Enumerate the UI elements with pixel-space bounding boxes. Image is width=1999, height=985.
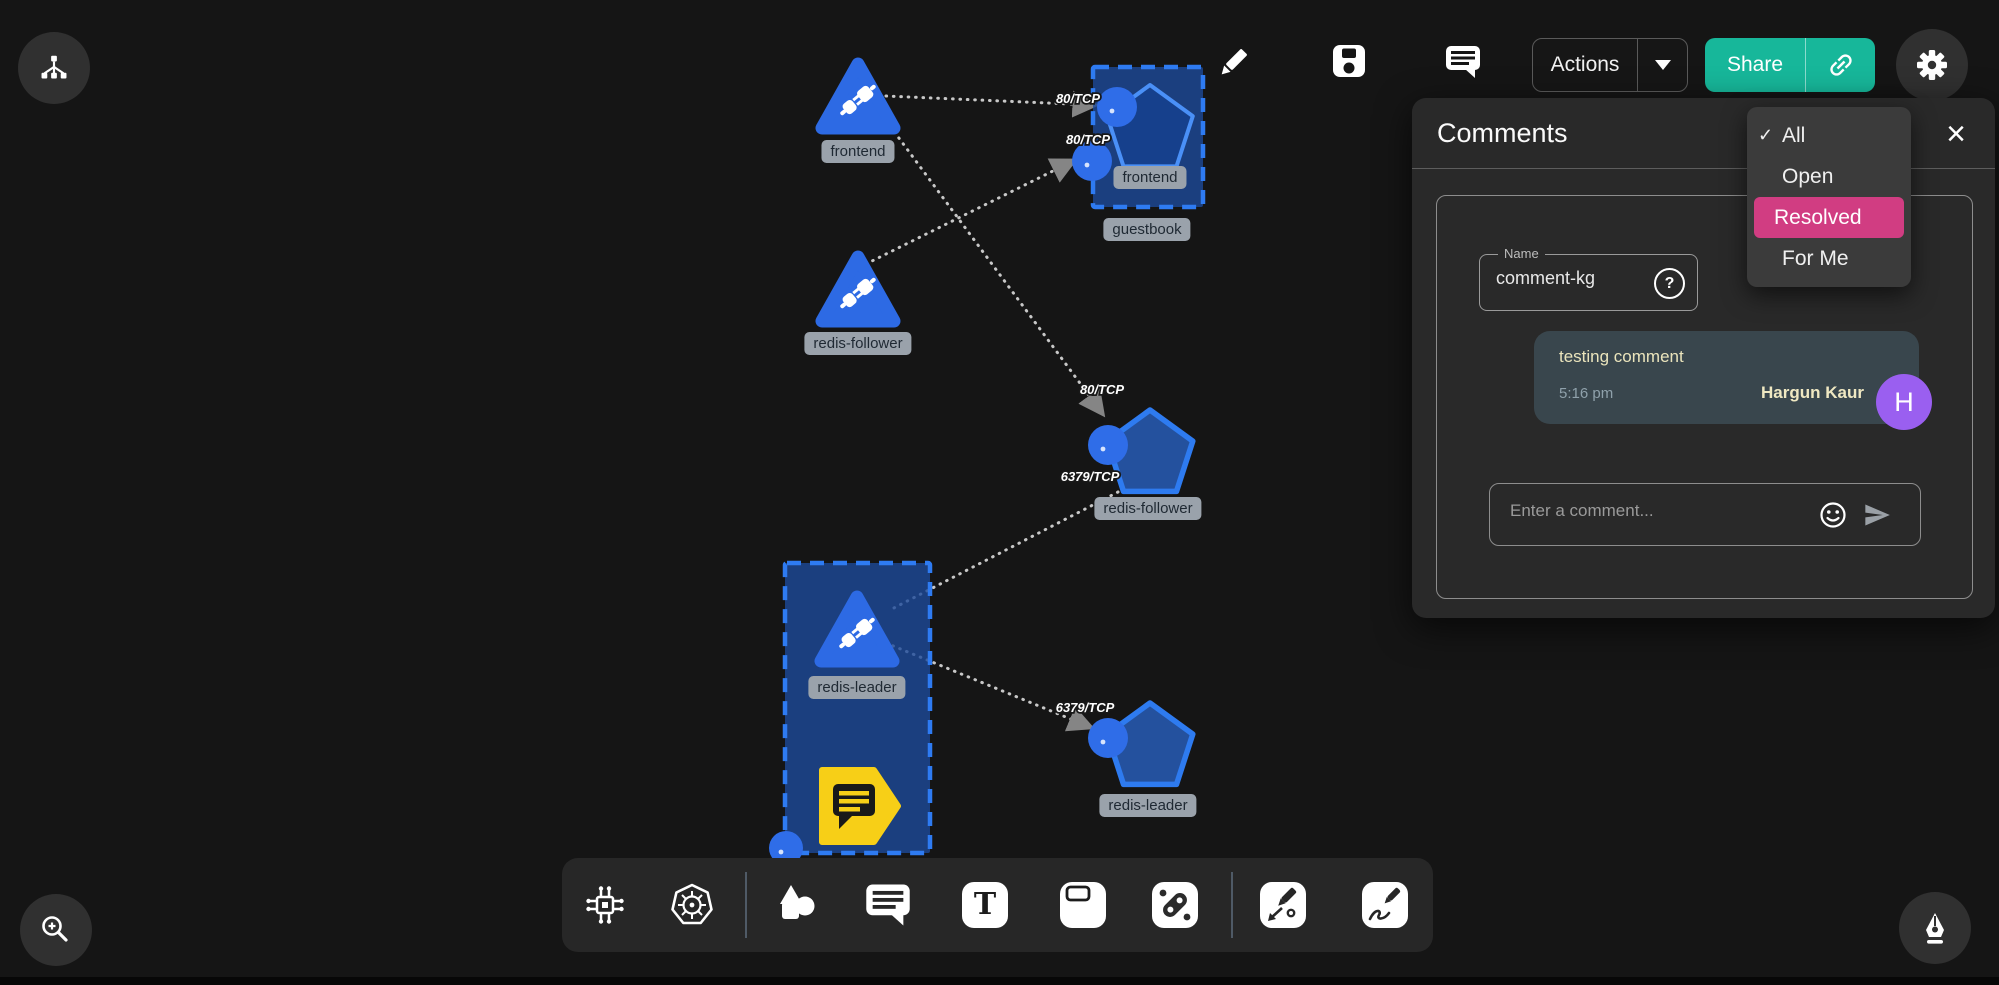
text-tool-icon: T: [974, 890, 996, 920]
actions-button-label: Actions: [1533, 53, 1637, 77]
zoom-button[interactable]: [20, 894, 92, 966]
edge-port-label: 80/TCP: [1066, 132, 1110, 147]
filter-option-all[interactable]: ✓ All: [1747, 115, 1911, 156]
panel-title: Comments: [1437, 118, 1568, 149]
node-label-redis-leader-workload: redis-leader: [1099, 794, 1196, 817]
comment-timestamp: 5:16 pm: [1559, 385, 1613, 402]
endpoint-circle[interactable]: [1088, 718, 1128, 758]
pen-arrow-tool-button[interactable]: [1260, 882, 1306, 928]
kubernetes-icon: [669, 882, 715, 928]
pen-arrow-icon: [1260, 882, 1306, 928]
edge-port-label: 6379/TCP: [1061, 469, 1120, 484]
frame-tool-icon: [1060, 882, 1106, 928]
pen-tool-button[interactable]: [1899, 892, 1971, 964]
hierarchy-icon: [38, 54, 70, 82]
emoji-button[interactable]: [1818, 500, 1848, 530]
edge-port-label: 80/TCP: [1080, 382, 1124, 397]
actions-dropdown-toggle[interactable]: [1638, 60, 1687, 70]
gear-icon: [1912, 45, 1952, 85]
edge-frontend-redis-follower[interactable]: [890, 126, 1102, 413]
pen-nib-icon: [1917, 910, 1953, 946]
filter-option-resolved[interactable]: Resolved: [1754, 197, 1904, 238]
comment-author: Hargun Kaur: [1761, 383, 1864, 403]
comment-item[interactable]: testing comment 5:16 pm Hargun Kaur: [1534, 331, 1919, 424]
endpoint-circle[interactable]: [1097, 87, 1137, 127]
actions-button[interactable]: Actions: [1532, 38, 1688, 92]
close-icon: ×: [1946, 115, 1966, 153]
check-icon: ✓: [1758, 125, 1773, 146]
share-button[interactable]: Share: [1705, 38, 1875, 92]
zoom-in-icon: [38, 912, 74, 948]
avatar: H: [1876, 374, 1932, 430]
pencil-draw-tool-button[interactable]: [1362, 882, 1408, 928]
comments-filter-menu: ✓ All Open Resolved For Me: [1747, 107, 1911, 287]
comment-input-box[interactable]: [1489, 483, 1921, 546]
text-tool-button[interactable]: T: [962, 882, 1008, 928]
processor-tool-button[interactable]: [582, 882, 628, 928]
toolbar-divider: [745, 872, 747, 938]
node-label-redis-leader-service: redis-leader: [808, 676, 905, 699]
settings-button[interactable]: [1896, 29, 1968, 101]
edge-port-label: 80/TCP: [1056, 91, 1100, 106]
edit-pencil-icon: [1213, 42, 1253, 82]
copy-link-button[interactable]: [1806, 50, 1875, 80]
processor-icon: [582, 882, 628, 928]
edit-mode-button[interactable]: [1213, 42, 1253, 82]
chain-link-tool-button[interactable]: [1152, 882, 1198, 928]
node-label-redis-follower-service: redis-follower: [804, 332, 911, 355]
caret-down-icon: [1655, 60, 1671, 70]
frame-tool-button[interactable]: [1060, 882, 1106, 928]
chain-link-icon: [1152, 882, 1198, 928]
filter-option-label: All: [1782, 124, 1805, 148]
kubernetes-tool-button[interactable]: [669, 882, 715, 928]
node-label-frontend-service: frontend: [821, 140, 894, 163]
help-icon[interactable]: ?: [1654, 268, 1685, 299]
window-bottom-edge: [0, 977, 1999, 985]
comment-tool-icon: [865, 882, 911, 928]
filter-option-for-me[interactable]: For Me: [1747, 238, 1911, 279]
name-field[interactable]: Name ?: [1479, 254, 1698, 311]
toolbar-divider: [1231, 872, 1233, 938]
save-button[interactable]: [1332, 44, 1366, 78]
shapes-icon: [775, 882, 821, 928]
group-label-guestbook: guestbook: [1103, 218, 1190, 241]
node-label-redis-follower-workload: redis-follower: [1094, 497, 1201, 520]
filter-option-label: For Me: [1782, 247, 1849, 271]
link-icon: [1826, 50, 1856, 80]
name-input[interactable]: [1494, 267, 1638, 290]
name-field-label: Name: [1498, 246, 1545, 261]
comments-toggle-button[interactable]: [1445, 44, 1481, 80]
filter-option-open[interactable]: Open: [1747, 156, 1911, 197]
text-tool-tile: T: [962, 882, 1008, 928]
filter-option-label: Open: [1782, 165, 1833, 189]
edge-redis-follower-guestbook[interactable]: [866, 161, 1073, 264]
node-label-frontend-workload: frontend: [1113, 166, 1186, 189]
shape-toolbar: T: [562, 858, 1433, 952]
home-button[interactable]: [18, 32, 90, 104]
endpoint-circle[interactable]: [1088, 425, 1128, 465]
endpoint-circle[interactable]: [1072, 141, 1112, 181]
help-glyph: ?: [1665, 275, 1675, 293]
smiley-icon: [1818, 500, 1848, 530]
pencil-draw-icon: [1362, 882, 1408, 928]
shapes-tool-button[interactable]: [775, 882, 821, 928]
share-button-label: Share: [1705, 53, 1805, 77]
filter-option-label: Resolved: [1774, 206, 1862, 230]
send-comment-button[interactable]: [1862, 501, 1892, 529]
send-icon: [1862, 501, 1892, 529]
comment-tool-button[interactable]: [865, 882, 911, 928]
comment-input[interactable]: [1508, 500, 1812, 522]
comments-icon: [1445, 44, 1481, 80]
comment-text: testing comment: [1559, 347, 1684, 367]
close-panel-button[interactable]: ×: [1936, 114, 1976, 154]
edge-port-label: 6379/TCP: [1056, 700, 1115, 715]
save-icon: [1332, 44, 1366, 78]
